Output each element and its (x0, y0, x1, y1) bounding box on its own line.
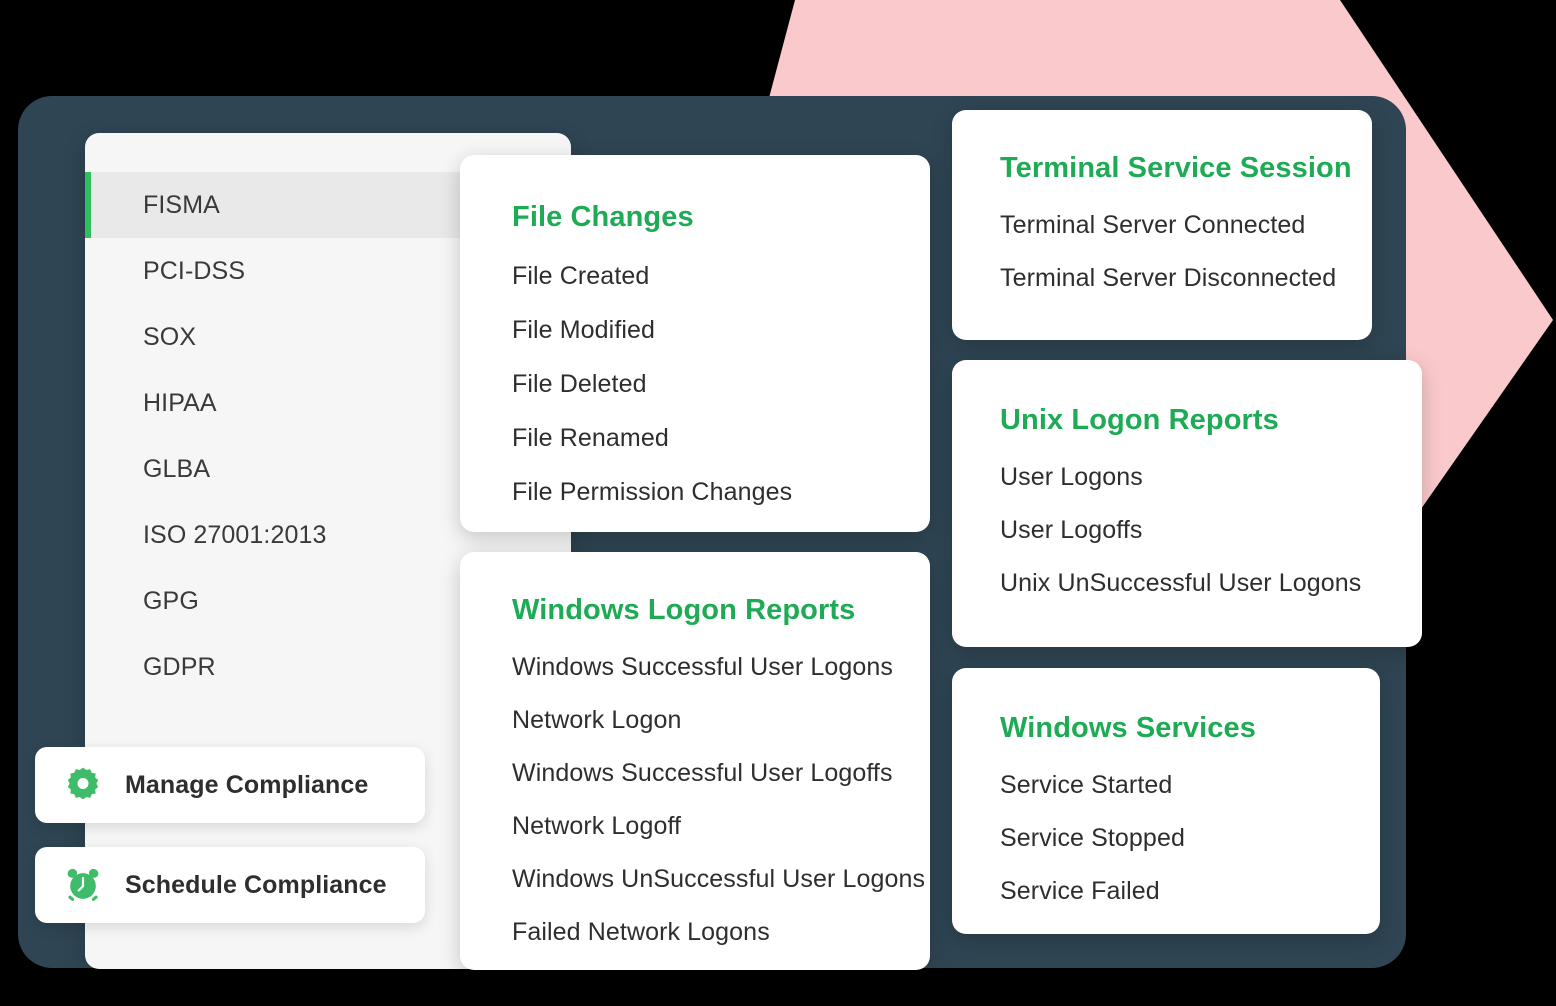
report-link[interactable]: Windows Successful User Logons (512, 653, 930, 682)
report-link[interactable]: File Permission Changes (512, 478, 930, 507)
card-windows-logon-reports: Windows Logon Reports Windows Successful… (460, 552, 930, 970)
card-file-changes: File Changes File Created File Modified … (460, 155, 930, 532)
report-link[interactable]: Windows UnSuccessful User Logons (512, 865, 930, 894)
schedule-compliance-button[interactable]: Schedule Compliance (35, 847, 425, 923)
sidebar-item-label: ISO 27001:2013 (143, 520, 327, 549)
report-link[interactable]: File Created (512, 262, 930, 291)
report-link[interactable]: Terminal Server Disconnected (1000, 264, 1372, 293)
report-link[interactable]: Windows Successful User Logoffs (512, 759, 930, 788)
card-title: Windows Services (1000, 712, 1256, 744)
card-title: Unix Logon Reports (1000, 404, 1279, 436)
report-link[interactable]: Service Stopped (1000, 824, 1380, 853)
sidebar-item-label: PCI-DSS (143, 256, 246, 285)
card-windows-services: Windows Services Service Started Service… (952, 668, 1380, 934)
report-link[interactable]: File Modified (512, 316, 930, 345)
report-link[interactable]: Network Logon (512, 706, 930, 735)
card-unix-logon-reports: Unix Logon Reports User Logons User Logo… (952, 360, 1422, 647)
sidebar-item-label: SOX (143, 322, 197, 351)
schedule-compliance-label: Schedule Compliance (125, 870, 387, 899)
sidebar-item-label: GLBA (143, 454, 211, 483)
report-link[interactable]: Service Failed (1000, 877, 1380, 906)
card-terminal-service-session: Terminal Service Session Terminal Server… (952, 110, 1372, 340)
manage-compliance-button[interactable]: Manage Compliance (35, 747, 425, 823)
report-link[interactable]: File Deleted (512, 370, 930, 399)
sidebar-item-label: GPG (143, 586, 199, 615)
gear-icon (63, 765, 103, 805)
report-link[interactable]: Terminal Server Connected (1000, 211, 1372, 240)
report-link[interactable]: Failed Network Logons (512, 918, 930, 947)
report-link[interactable]: User Logoffs (1000, 516, 1422, 545)
manage-compliance-label: Manage Compliance (125, 770, 369, 799)
sidebar-item-label: GDPR (143, 652, 216, 681)
sidebar-item-label: FISMA (143, 190, 220, 219)
report-link[interactable]: User Logons (1000, 463, 1422, 492)
report-link[interactable]: Unix UnSuccessful User Logons (1000, 569, 1422, 598)
report-link[interactable]: Service Started (1000, 771, 1380, 800)
report-link[interactable]: File Renamed (512, 424, 930, 453)
alarm-clock-icon (63, 865, 103, 905)
report-link[interactable]: Network Logoff (512, 812, 930, 841)
card-title: Terminal Service Session (1000, 152, 1352, 184)
compliance-reports-panel: FISMA PCI-DSS SOX HIPAA GLBA ISO 27001:2… (0, 0, 1556, 1006)
card-title: File Changes (512, 201, 694, 233)
card-title: Windows Logon Reports (512, 594, 856, 626)
sidebar-item-label: HIPAA (143, 388, 217, 417)
